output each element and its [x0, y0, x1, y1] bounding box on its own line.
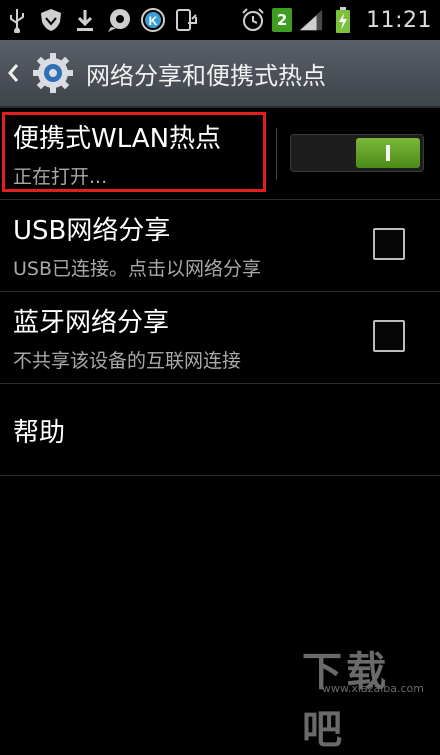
- help-row[interactable]: 帮助: [0, 384, 440, 476]
- svg-text:K: K: [149, 14, 158, 28]
- bluetooth-tethering-subtitle: 不共享该设备的互联网连接: [13, 350, 242, 372]
- status-bar: K 2 11:21: [0, 0, 440, 40]
- bluetooth-tethering-title: 蓝牙网络分享: [13, 308, 170, 338]
- watermark-logo: 下载吧 www.xiazaiba.com: [302, 639, 432, 753]
- usb-tethering-title: USB网络分享: [13, 216, 171, 246]
- toggle-on-indicator: [386, 145, 390, 161]
- usb-tethering-checkbox[interactable]: [373, 228, 405, 260]
- page-title: 网络分享和便携式热点: [86, 61, 326, 90]
- sim-2-icon: 2: [272, 8, 293, 32]
- alarm-icon: [240, 7, 266, 33]
- status-time: 11:21: [366, 7, 432, 33]
- usb-tethering-row[interactable]: USB网络分享 USB已连接。点击以网络分享: [0, 200, 440, 292]
- back-chevron-icon[interactable]: [2, 53, 24, 93]
- shield-wifi-icon: [38, 7, 64, 33]
- phone-share-icon: [174, 7, 200, 33]
- vertical-divider: [276, 128, 277, 180]
- k-app-icon: K: [140, 7, 166, 33]
- wlan-hotspot-row[interactable]: 便携式WLAN热点 正在打开...: [0, 108, 440, 200]
- bluetooth-tethering-row[interactable]: 蓝牙网络分享 不共享该设备的互联网连接: [0, 292, 440, 384]
- settings-list: 便携式WLAN热点 正在打开... USB网络分享 USB已连接。点击以网络分享…: [0, 108, 440, 476]
- usb-tethering-subtitle: USB已连接。点击以网络分享: [13, 258, 262, 280]
- usb-icon: [4, 7, 30, 33]
- gear-icon[interactable]: [30, 50, 76, 96]
- battery-charging-icon: [330, 7, 356, 33]
- signal-icon: [298, 7, 324, 33]
- bluetooth-tethering-checkbox[interactable]: [373, 320, 405, 352]
- action-bar: 网络分享和便携式热点: [0, 40, 440, 108]
- wlan-hotspot-toggle[interactable]: [290, 134, 424, 172]
- watermark-brand: 下载吧: [302, 649, 390, 753]
- wlan-hotspot-title: 便携式WLAN热点: [13, 124, 222, 154]
- wlan-hotspot-status: 正在打开...: [13, 166, 108, 188]
- download-icon: [72, 7, 98, 33]
- toggle-knob: [356, 138, 420, 168]
- watermark-url: www.xiazaiba.com: [321, 682, 424, 695]
- chat-icon: [106, 7, 132, 33]
- help-title: 帮助: [13, 418, 66, 448]
